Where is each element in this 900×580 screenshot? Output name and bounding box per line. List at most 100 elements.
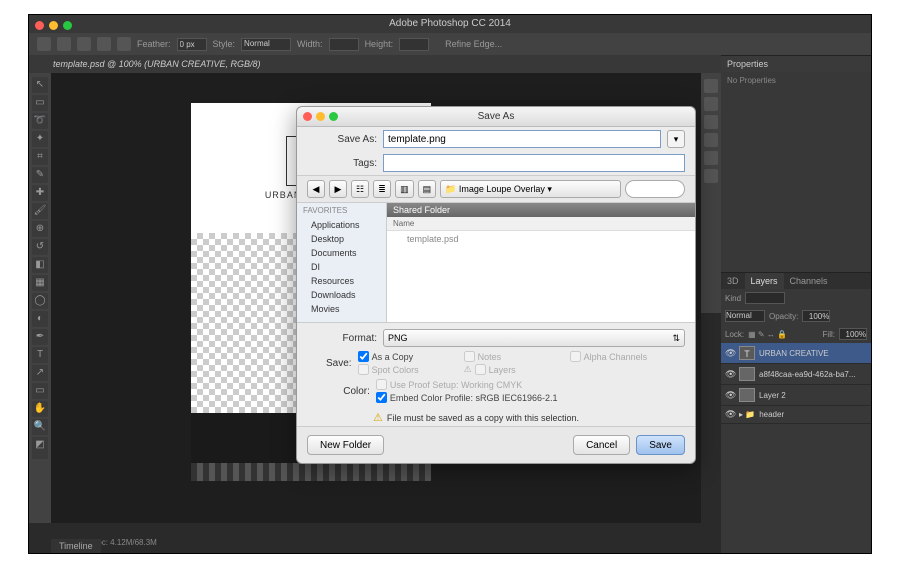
visibility-icon[interactable]: 👁 [725, 409, 735, 420]
view-icon-button[interactable]: ☷ [351, 180, 369, 198]
timeline-tab[interactable]: Timeline [51, 539, 101, 553]
adjustments-panel-icon[interactable] [704, 151, 718, 165]
dodge-tool-icon[interactable]: ◐ [32, 311, 48, 327]
search-input[interactable] [625, 180, 685, 198]
folder-toggle-icon[interactable]: ▸ 📁 [739, 410, 755, 419]
layer-name[interactable]: a8f48caa-ea9d-462a-ba7... [759, 370, 856, 379]
stamp-tool-icon[interactable]: ⊕ [32, 221, 48, 237]
history-panel-icon[interactable] [704, 79, 718, 93]
sidebar-item[interactable]: Desktop [297, 232, 386, 246]
layer-name[interactable]: Layer 2 [759, 391, 786, 400]
visibility-icon[interactable]: 👁 [725, 348, 735, 359]
as-copy-checkbox[interactable]: As a Copy [358, 351, 448, 362]
kind-select[interactable] [745, 292, 785, 304]
blur-tool-icon[interactable]: ◯ [32, 293, 48, 309]
expand-collapse-button[interactable]: ▾ [667, 130, 685, 148]
selection-new-icon[interactable] [57, 37, 71, 51]
sidebar-item[interactable]: Applications [297, 218, 386, 232]
sidebar-item[interactable]: Resources [297, 274, 386, 288]
filename-input[interactable] [383, 130, 661, 148]
zoom-tool-icon[interactable]: 🔍 [32, 419, 48, 435]
close-icon[interactable] [35, 21, 44, 30]
tools-panel: ↖ ▭ ➰ ✦ ⌗ ✎ ✚ 🖌 ⊕ ↺ ◧ ▦ ◯ ◐ ✒ T ↗ ▭ ✋ 🔍 … [29, 73, 51, 523]
sidebar-item[interactable]: Documents [297, 246, 386, 260]
tool-preset-icon[interactable] [37, 37, 51, 51]
color-panel-icon[interactable] [704, 97, 718, 111]
sidebar-item[interactable]: Movies [297, 302, 386, 316]
dialog-close-icon[interactable] [303, 112, 312, 121]
layer-row[interactable]: 👁 T URBAN CREATIVE [721, 343, 871, 364]
view-column-button[interactable]: ▥ [395, 180, 414, 198]
warning-icon: ⚠ [373, 411, 383, 424]
layer-name[interactable]: URBAN CREATIVE [759, 349, 829, 358]
marquee-tool-icon[interactable]: ▭ [32, 95, 48, 111]
back-button[interactable]: ◀ [307, 180, 325, 198]
lock-icons[interactable]: ▦ ✎ ↔ 🔒 [748, 330, 818, 339]
history-brush-icon[interactable]: ↺ [32, 239, 48, 255]
visibility-icon[interactable]: 👁 [725, 369, 735, 380]
height-input[interactable] [399, 38, 429, 51]
fill-input[interactable] [839, 328, 867, 340]
eyedropper-tool-icon[interactable]: ✎ [32, 167, 48, 183]
save-as-dialog: Save As Save As: ▾ Tags: ◀ ▶ ☷ ≣ ▥ ▤ 📁 I… [296, 106, 696, 464]
eraser-tool-icon[interactable]: ◧ [32, 257, 48, 273]
opacity-input[interactable] [802, 310, 830, 322]
layers-checkbox: ⚠Layers [464, 364, 554, 375]
view-list-button[interactable]: ≣ [373, 180, 391, 198]
sidebar-item[interactable]: Downloads [297, 288, 386, 302]
swatch-icon[interactable]: ◩ [32, 437, 48, 459]
brush-tool-icon[interactable]: 🖌 [32, 203, 48, 219]
selection-intersect-icon[interactable] [117, 37, 131, 51]
tags-input[interactable] [383, 154, 685, 172]
layer-name[interactable]: header [759, 410, 784, 419]
selection-add-icon[interactable] [77, 37, 91, 51]
feather-input[interactable] [177, 38, 207, 51]
zoom-icon[interactable] [63, 21, 72, 30]
dialog-minimize-icon[interactable] [316, 112, 325, 121]
shared-folder-header[interactable]: Shared Folder [393, 205, 689, 215]
new-folder-button[interactable]: New Folder [307, 435, 384, 455]
hand-tool-icon[interactable]: ✋ [32, 401, 48, 417]
dialog-zoom-icon[interactable] [329, 112, 338, 121]
type-tool-icon[interactable]: T [32, 347, 48, 363]
wand-tool-icon[interactable]: ✦ [32, 131, 48, 147]
minimize-icon[interactable] [49, 21, 58, 30]
file-item[interactable]: template.psd [387, 231, 695, 247]
tab-3d[interactable]: 3D [721, 273, 745, 289]
embed-profile-checkbox[interactable]: Embed Color Profile: sRGB IEC61966-2.1 [376, 392, 558, 403]
libraries-panel-icon[interactable] [704, 133, 718, 147]
pen-tool-icon[interactable]: ✒ [32, 329, 48, 345]
path-tool-icon[interactable]: ↗ [32, 365, 48, 381]
width-input[interactable] [329, 38, 359, 51]
name-column-header[interactable]: Name [387, 217, 695, 231]
sidebar-item[interactable]: DI [297, 260, 386, 274]
styles-panel-icon[interactable] [704, 169, 718, 183]
save-button[interactable]: Save [636, 435, 685, 455]
layers-filter-row: Kind [721, 289, 871, 307]
swatches-panel-icon[interactable] [704, 115, 718, 129]
refine-edge-button[interactable]: Refine Edge... [445, 39, 502, 49]
layer-row[interactable]: 👁 Layer 2 [721, 385, 871, 406]
layer-row[interactable]: 👁 a8f48caa-ea9d-462a-ba7... [721, 364, 871, 385]
lasso-tool-icon[interactable]: ➰ [32, 113, 48, 129]
crop-tool-icon[interactable]: ⌗ [32, 149, 48, 165]
heal-tool-icon[interactable]: ✚ [32, 185, 48, 201]
gradient-tool-icon[interactable]: ▦ [32, 275, 48, 291]
style-select[interactable]: Normal [241, 38, 291, 51]
properties-title[interactable]: Properties [721, 56, 871, 72]
selection-subtract-icon[interactable] [97, 37, 111, 51]
layer-row[interactable]: 👁 ▸ 📁 header [721, 406, 871, 424]
blend-mode-select[interactable]: Normal [725, 310, 765, 322]
view-cover-button[interactable]: ▤ [418, 180, 437, 198]
doc-size[interactable]: Doc: 4.12M/68.3M [91, 538, 156, 547]
forward-button[interactable]: ▶ [329, 180, 347, 198]
move-tool-icon[interactable]: ↖ [32, 77, 48, 93]
visibility-icon[interactable]: 👁 [725, 390, 735, 401]
tab-layers[interactable]: Layers [745, 273, 784, 289]
tab-channels[interactable]: Channels [784, 273, 834, 289]
format-select[interactable]: PNG ⇅ [383, 329, 685, 347]
location-select[interactable]: 📁 Image Loupe Overlay ▾ [440, 180, 621, 198]
dialog-title-text: Save As [478, 111, 515, 122]
cancel-button[interactable]: Cancel [573, 435, 630, 455]
shape-tool-icon[interactable]: ▭ [32, 383, 48, 399]
